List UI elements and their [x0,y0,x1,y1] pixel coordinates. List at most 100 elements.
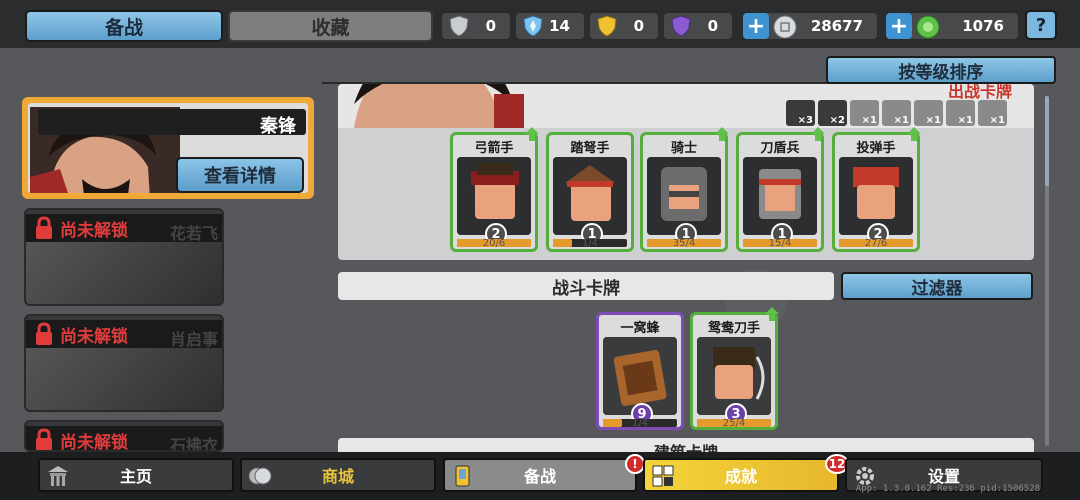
gold-shield-counter: 0 [589,12,659,40]
nav-prepare-label: 备战 [523,467,556,486]
purple-shield-icon [671,15,691,37]
deck-header: 出战卡牌 ×3 ×2 ×1 ×1 ×1 ×1 ×1 [338,84,1034,128]
nav-prepare[interactable]: 备战 ! [443,454,645,492]
hero-name: 秦锋 [260,116,296,137]
coin-value: 28677 [810,17,863,35]
slot-count: ×3 [797,115,813,126]
slot-locked: ×1 [850,100,879,126]
unit-card-archer[interactable]: 弓箭手 2 20/6 [450,127,539,252]
help-button[interactable]: ? [1025,10,1057,40]
slot-count: ×1 [925,115,941,126]
locked-status: 尚未解锁 [60,326,128,347]
scrollbar[interactable] [1045,96,1049,446]
silver-shield-value: 0 [485,17,496,35]
achievements-grid-icon [652,465,674,487]
unit-name: 弓箭手 [474,141,514,156]
card-progress: 1/4 [631,418,649,429]
gem-counter: + 1076 [885,12,1019,40]
slot-archer: ×3 [786,100,815,126]
slot-locked: ×1 [882,100,911,126]
gold-shield-value: 0 [633,17,644,35]
lock-bar: 尚未解锁 石拂衣 [26,426,222,452]
lock-icon [36,428,52,450]
silver-shield-icon [449,15,469,37]
add-coins-button[interactable]: + [743,13,769,39]
unit-card-crossbowman[interactable]: 踏弩手 1 1/4 [546,132,634,252]
unit-name: 投弹手 [856,141,896,156]
unit-progress: 20/6 [482,238,506,249]
locked-status: 尚未解锁 [60,432,128,452]
slot-locked: ×1 [946,100,975,126]
silver-shield-counter: 0 [441,12,511,40]
slot-locked: ×1 [978,100,1007,126]
purple-shield-counter: 0 [663,12,733,40]
card-name: 鸳鸯刀手 [707,321,760,336]
card-name: 一窝蜂 [620,321,660,336]
hero-card-selected[interactable]: 秦锋 查看详情 [22,97,314,199]
lock-icon [36,322,52,345]
battle-card-beehive[interactable]: 一窝蜂 9 1/4 [596,312,684,430]
slot-helmet: ×2 [818,100,847,126]
tab-prepare[interactable]: 备战 [25,10,223,42]
unit-name: 刀盾兵 [760,141,800,156]
gold-shield-icon [597,15,617,37]
slot-locked: ×1 [914,100,943,126]
slot-count: ×1 [957,115,973,126]
coins-icon [248,467,272,485]
slot-icons: ×3 ×2 ×1 ×1 ×1 ×1 ×1 [786,100,1010,126]
battle-cards-label: 战斗卡牌 [338,272,834,300]
unit-card-knight[interactable]: 骑士 1 35/4 [640,127,729,252]
nav-achievements[interactable]: 成就 12 [643,454,849,492]
blue-crystal-counter: 14 [515,12,585,40]
filter-button[interactable]: 过滤器 [841,272,1033,300]
lock-bar: 尚未解锁 肖启事 [26,320,222,349]
locked-hero-name: 石拂衣 [169,436,218,452]
jade-icon [916,15,940,39]
unit-name: 骑士 [670,141,697,156]
deck-panel: 出战卡牌 ×3 ×2 ×1 ×1 ×1 ×1 ×1 弓箭手 2 20/6 踏弩手… [338,84,1034,260]
sort-by-level-button[interactable]: 按等级排序 [826,56,1056,84]
unit-card-bomber[interactable]: 投弹手 2 27/6 [832,127,921,252]
nav-home[interactable]: 主页 [38,458,234,492]
card-progress: 25/4 [722,418,746,429]
unit-card-shield-soldier[interactable]: 刀盾兵 1 15/4 [736,127,825,252]
scroll-thumb[interactable] [1045,96,1049,186]
view-details-button[interactable]: 查看详情 [176,157,304,193]
temple-icon [48,466,68,486]
lock-bar: 尚未解锁 花若飞 [26,214,222,243]
unit-progress: 27/6 [864,238,888,249]
blue-crystal-value: 14 [549,17,570,35]
slot-count: ×1 [893,115,909,126]
nav-shop-label: 商城 [321,467,354,486]
gem-value: 1076 [962,17,1004,35]
locked-hero-name: 花若飞 [169,224,218,243]
slot-count: ×1 [989,115,1005,126]
hero-card-locked[interactable]: 尚未解锁 石拂衣 [24,420,224,452]
purple-shield-value: 0 [707,17,718,35]
blue-crystal-icon [523,15,543,37]
build-info: App: 1.3.0.162 Res:236 pid:1506528 [855,484,1040,494]
unit-progress: 15/4 [768,238,792,249]
slot-count: ×2 [829,115,845,126]
unit-progress: 35/4 [672,238,696,249]
hero-card-locked[interactable]: 尚未解锁 肖启事 [24,314,224,412]
battle-card-dual-blade[interactable]: 鸳鸯刀手 3 25/4 [690,307,779,430]
card-icon [455,465,470,487]
slot-count: ×1 [861,115,877,126]
add-gems-button[interactable]: + [886,13,912,39]
lock-icon [36,216,52,239]
nav-achievements-label: 成就 [724,467,757,486]
coin-counter: + 28677 [742,12,878,40]
hero-card-inner: 秦锋 查看详情 [28,103,308,193]
locked-status: 尚未解锁 [60,220,128,241]
nav-home-label: 主页 [119,467,152,486]
prepare-alert-badge: ! [625,454,645,474]
unit-name: 踏弩手 [570,141,610,156]
tab-collection[interactable]: 收藏 [228,10,433,42]
deck-hero-portrait [354,84,524,128]
unit-progress: 1/4 [581,238,599,249]
nav-shop[interactable]: 商城 [240,458,436,492]
top-bar: 备战 收藏 0 14 0 0 + 28677 + 1076 ? [0,0,1080,48]
hero-card-locked[interactable]: 尚未解锁 花若飞 [24,208,224,306]
hero-name-bar: 秦锋 [38,109,306,137]
